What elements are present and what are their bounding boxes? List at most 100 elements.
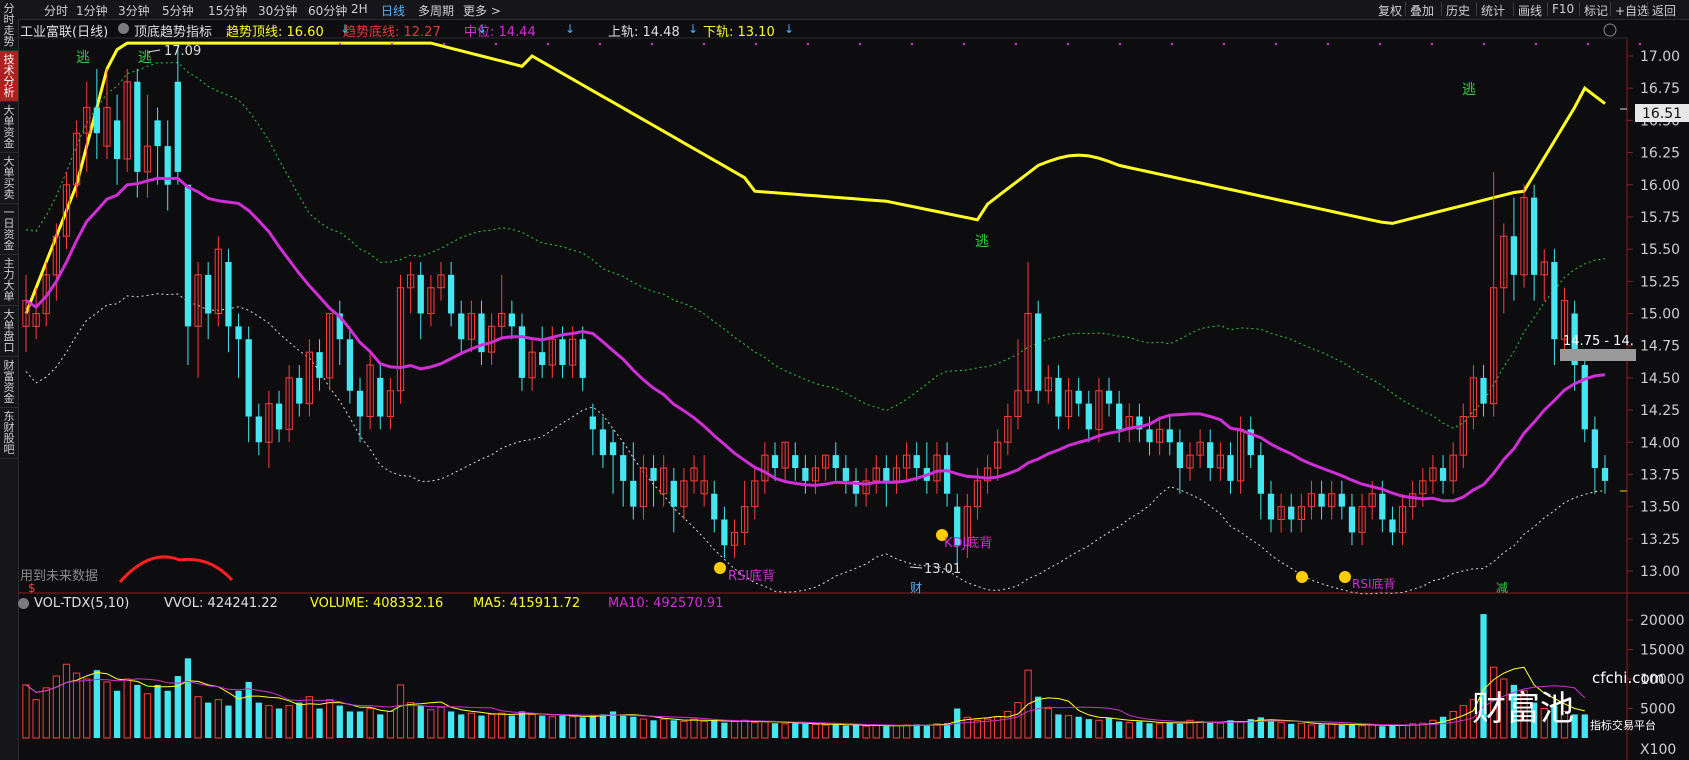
- volume-bar: [285, 705, 293, 739]
- price-axis-label: 14.00: [1640, 435, 1680, 451]
- volume-bar: [1227, 720, 1234, 738]
- volume-bar: [32, 699, 40, 739]
- volume-axis-label: 20000: [1640, 613, 1685, 629]
- volume-bar: [548, 716, 556, 739]
- volume-bar: [821, 724, 830, 739]
- volume-bar: [377, 714, 384, 738]
- candle-body: [1116, 403, 1123, 430]
- top-dot: [442, 42, 446, 46]
- volume-bar: [508, 715, 515, 738]
- volume-bar: [660, 718, 668, 739]
- volume-bar: [52, 675, 61, 739]
- top-dot: [650, 42, 654, 46]
- volume-bar: [225, 705, 232, 738]
- candle-body: [508, 313, 515, 327]
- volume-bar: [923, 725, 930, 738]
- volume-bar: [1176, 723, 1184, 738]
- candle-body: [1207, 442, 1214, 468]
- volume-bar: [1014, 702, 1022, 739]
- price-axis-label: 13.25: [1640, 532, 1680, 548]
- top-dot: [754, 42, 758, 46]
- price-axis-label: 13.00: [1640, 564, 1680, 580]
- volume-bar: [22, 684, 30, 739]
- volume-bar: [1064, 715, 1073, 739]
- price-axis-label: 16.00: [1640, 178, 1680, 194]
- volume-bar: [983, 718, 992, 739]
- volume-bar: [265, 705, 273, 739]
- volume-bar: [255, 702, 262, 738]
- rsi-signal-icon: [1339, 571, 1351, 583]
- volume-bar: [1136, 721, 1143, 738]
- volume-bar: [1125, 722, 1133, 739]
- candle-body: [1531, 197, 1538, 275]
- volume-bar: [154, 684, 161, 738]
- candle-body: [356, 390, 364, 417]
- escape-signal: 逃: [975, 234, 989, 250]
- volume-bar: [305, 696, 314, 739]
- volume-bar: [458, 714, 465, 738]
- candle-body: [1085, 403, 1092, 430]
- volume-bar: [1004, 710, 1012, 739]
- rsi-divergence-label: RSI底背: [728, 568, 775, 584]
- volume-bar: [579, 717, 586, 738]
- candle-body: [1105, 390, 1113, 404]
- reduce-marker: 减: [1496, 581, 1508, 595]
- candle-body: [1257, 455, 1264, 494]
- top-dot: [338, 42, 342, 46]
- volume-bar: [670, 720, 677, 738]
- price-axis-label: 14.75: [1640, 339, 1680, 355]
- top-dot: [390, 42, 394, 46]
- volume-bar: [1075, 716, 1082, 738]
- lower-band-line: [25, 293, 1606, 595]
- current-price-tag: 16.51: [1642, 106, 1682, 122]
- volume-bar: [1419, 722, 1427, 739]
- candle-body: [1338, 493, 1345, 507]
- volume-bar: [1166, 722, 1173, 738]
- volume-bar: [568, 716, 577, 739]
- escape-signal: 逃: [76, 50, 90, 66]
- kline-chart[interactable]: 17.0016.7516.5016.2516.0015.7515.5015.25…: [0, 0, 1689, 760]
- price-axis-label: 15.25: [1640, 274, 1680, 290]
- candle-body: [1348, 506, 1356, 533]
- volume-bar: [802, 723, 809, 738]
- volume-bar: [103, 681, 111, 739]
- candle-body: [792, 455, 799, 468]
- candle-body: [458, 313, 465, 340]
- volume-bar: [711, 720, 718, 738]
- range-tag-bg: [1560, 349, 1636, 361]
- candle-body: [225, 262, 232, 327]
- future-data-note: 用到未来数据: [20, 569, 98, 584]
- volume-bar: [316, 708, 323, 738]
- candle-body: [1075, 390, 1082, 404]
- mid-line: [25, 176, 1606, 503]
- candle-body: [113, 120, 121, 159]
- top-dot: [858, 42, 862, 46]
- volume-bar: [862, 725, 870, 739]
- price-axis-label: 13.50: [1640, 500, 1680, 516]
- volume-bar: [842, 725, 850, 738]
- volume-bar: [872, 725, 880, 739]
- top-dot: [1118, 42, 1122, 46]
- volume-bar: [123, 678, 131, 739]
- volume-bar: [478, 715, 485, 738]
- volume-bar: [194, 696, 202, 739]
- volume-bar: [1085, 719, 1092, 738]
- volume-bar: [396, 684, 405, 739]
- candle-body: [245, 339, 252, 417]
- candle-body: [943, 455, 951, 494]
- rsi-divergence-label: RSI底背: [1352, 576, 1396, 591]
- candle-body: [802, 468, 809, 481]
- volume-bar: [1459, 705, 1467, 739]
- candle-body: [1480, 377, 1487, 404]
- volume-bar: [386, 710, 395, 739]
- candle-body: [93, 107, 100, 134]
- candle-body: [184, 184, 192, 327]
- volume-bar: [680, 720, 688, 739]
- volume-bar: [437, 706, 445, 739]
- top-dot: [1014, 42, 1018, 46]
- volume-bar: [1439, 716, 1447, 738]
- volume-bar: [1146, 723, 1153, 738]
- volume-unit-label: X100: [1640, 742, 1676, 758]
- volume-bar: [275, 708, 283, 738]
- volume-bar: [559, 715, 566, 738]
